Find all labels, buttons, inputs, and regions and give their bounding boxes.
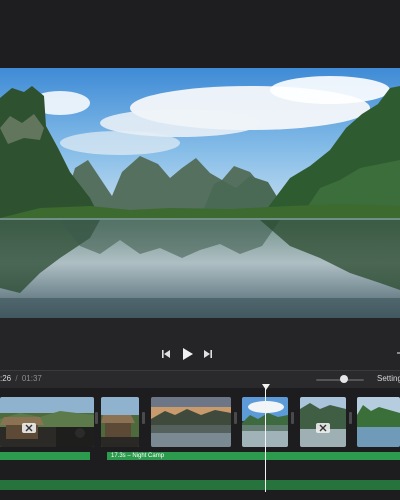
- skip-back-icon[interactable]: [159, 347, 173, 361]
- settings-button[interactable]: Setting: [377, 374, 400, 383]
- zoom-slider-knob[interactable]: [339, 375, 348, 383]
- timeline[interactable]: 17.3s – Night Camp: [0, 388, 400, 500]
- top-bar: [0, 0, 400, 68]
- playhead-marker[interactable]: [262, 384, 270, 390]
- current-time: :26: [0, 374, 12, 383]
- timeline-toolbar: :26 / 01:37 Setting: [0, 370, 400, 388]
- skip-forward-icon[interactable]: [201, 347, 215, 361]
- audio-track-segment[interactable]: [0, 452, 90, 460]
- total-duration: 01:37: [21, 374, 42, 383]
- playhead[interactable]: [265, 388, 266, 492]
- playback-controls: [0, 318, 400, 370]
- timeline-clip[interactable]: [300, 397, 346, 447]
- timeline-clip[interactable]: [151, 397, 231, 447]
- timecode: :26 / 01:37: [0, 374, 42, 383]
- audio-track-label: 17.3s – Night Camp: [111, 453, 165, 459]
- clip-trim-handle[interactable]: [349, 412, 352, 424]
- clip-trim-handle[interactable]: [234, 412, 237, 424]
- video-preview[interactable]: [0, 68, 400, 318]
- play-icon[interactable]: [180, 346, 196, 362]
- time-separator: /: [15, 374, 18, 383]
- background-music-track[interactable]: [0, 480, 400, 490]
- clip-trim-handle[interactable]: [142, 412, 145, 424]
- clip-trim-handle[interactable]: [291, 412, 294, 424]
- clip-trim-handle[interactable]: [95, 412, 98, 424]
- timeline-clip[interactable]: [357, 397, 400, 447]
- cut-icon[interactable]: [22, 423, 36, 433]
- cut-icon[interactable]: [316, 423, 330, 433]
- timeline-clip[interactable]: [101, 397, 139, 447]
- timeline-clip[interactable]: [0, 397, 94, 447]
